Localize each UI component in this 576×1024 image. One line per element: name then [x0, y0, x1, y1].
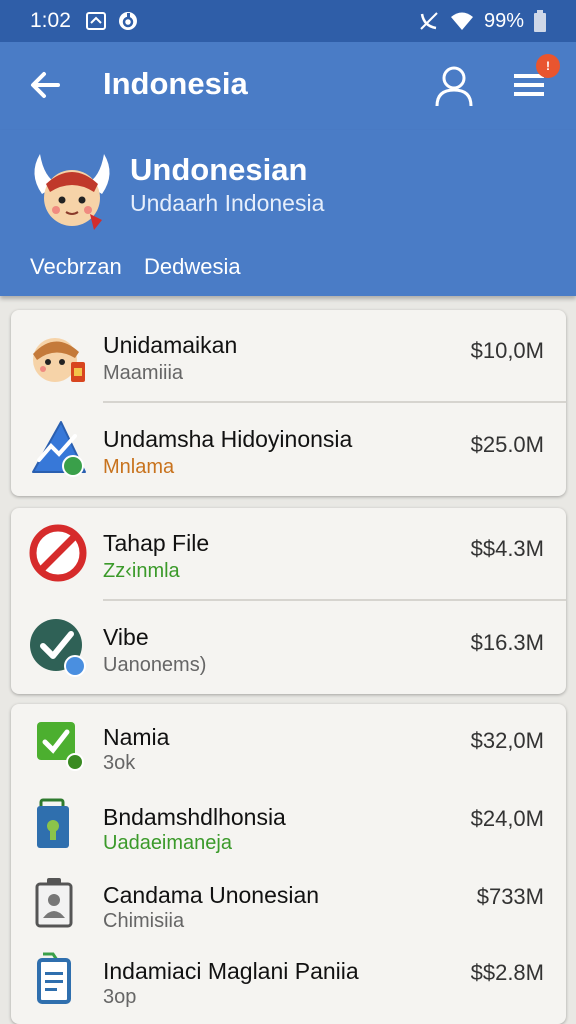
item-name: Namia	[103, 724, 170, 750]
checkmark-circle-icon	[30, 619, 86, 677]
item-amount: $10,0M	[470, 338, 544, 363]
item-subtitle: Uanonems)	[103, 654, 207, 676]
item-name: Bndamshdlhonsia	[103, 804, 286, 830]
id-badge-icon	[35, 878, 73, 928]
item-name: Unidamaikan	[103, 332, 238, 358]
home-notification-icon	[85, 12, 106, 30]
item-subtitle: Zz‹inmla	[103, 560, 180, 582]
item-subtitle: Maamiiia	[103, 362, 184, 384]
header-card: Undonesian Undaarh Indonesia Vecbrzan De…	[0, 130, 576, 296]
list-item[interactable]: Namia 3ok $32,0M	[11, 704, 566, 782]
header-link-1[interactable]: Vecbrzan	[30, 254, 122, 280]
divider	[103, 401, 566, 403]
item-subtitle: 3ok	[103, 752, 136, 774]
profile-icon[interactable]	[434, 64, 474, 108]
item-amount: $16.3M	[470, 630, 544, 655]
app-bar-title: Indonesia	[103, 66, 248, 101]
battery-percent: 99%	[483, 9, 524, 32]
status-time: 1:02	[30, 9, 71, 32]
item-subtitle: Mnlama	[103, 456, 175, 478]
mascot-icon	[33, 338, 85, 382]
item-amount: $$2.8M	[470, 960, 544, 985]
item-subtitle: Uadaeimaneja	[103, 832, 232, 854]
list-item[interactable]: Candama Unonesian Chimisiia $733M	[11, 860, 566, 938]
item-name: Undamsha Hidoyinonsia	[103, 426, 353, 452]
mute-call-icon	[420, 12, 438, 30]
divider	[103, 599, 566, 601]
wifi-icon	[450, 12, 473, 30]
list-card-1: Unidamaikan Maamiiia $10,0M Undamsha Hid…	[11, 310, 566, 496]
notification-badge: !	[536, 54, 560, 78]
back-arrow-icon[interactable]	[28, 68, 62, 102]
lock-bag-icon	[37, 798, 69, 848]
item-amount: $733M	[476, 884, 544, 909]
list-item[interactable]: Vibe Uanonems) $16.3M	[11, 602, 566, 694]
green-check-square-icon	[37, 722, 84, 771]
item-name: Vibe	[103, 624, 149, 650]
list-item[interactable]: Unidamaikan Maamiiia $10,0M	[11, 310, 566, 403]
item-subtitle: 3op	[103, 986, 137, 1008]
list-item[interactable]: Bndamshdlhonsia Uadaeimaneja $24,0M	[11, 782, 566, 860]
item-amount: $$4.3M	[470, 536, 544, 561]
item-amount: $24,0M	[470, 806, 544, 831]
list-item[interactable]: Undamsha Hidoyinonsia Mnlama $25.0M	[11, 404, 566, 496]
header-link-2[interactable]: Dedwesia	[144, 254, 241, 280]
item-amount: $25.0M	[470, 432, 544, 457]
header-subtitle: Undaarh Indonesia	[130, 190, 325, 216]
prohibited-icon	[29, 524, 87, 582]
list-card-3: Namia 3ok $32,0M Bndamshdlhonsia Uadaeim…	[11, 704, 566, 1024]
mascot-avatar-icon	[34, 154, 110, 230]
document-icon	[37, 952, 71, 1004]
item-name: Indamiaci Maglani Paniia	[103, 958, 359, 984]
status-bar: 1:02 99%	[0, 0, 576, 42]
list-item[interactable]: Tahap File Zz‹inmla $$4.3M	[11, 508, 566, 601]
battery-icon	[534, 10, 546, 32]
item-name: Candama Unonesian	[103, 882, 320, 908]
sync-notification-icon	[118, 12, 137, 30]
item-name: Tahap File	[103, 530, 210, 556]
trend-chart-icon	[32, 421, 86, 477]
item-amount: $32,0M	[470, 728, 544, 753]
app-bar: Indonesia !	[0, 42, 576, 130]
header-title: Undonesian	[130, 152, 308, 187]
list-card-2: Tahap File Zz‹inmla $$4.3M Vibe Uanonems…	[11, 508, 566, 694]
list-item[interactable]: Indamiaci Maglani Paniia 3op $$2.8M	[11, 938, 566, 1016]
item-subtitle: Chimisiia	[103, 910, 185, 932]
